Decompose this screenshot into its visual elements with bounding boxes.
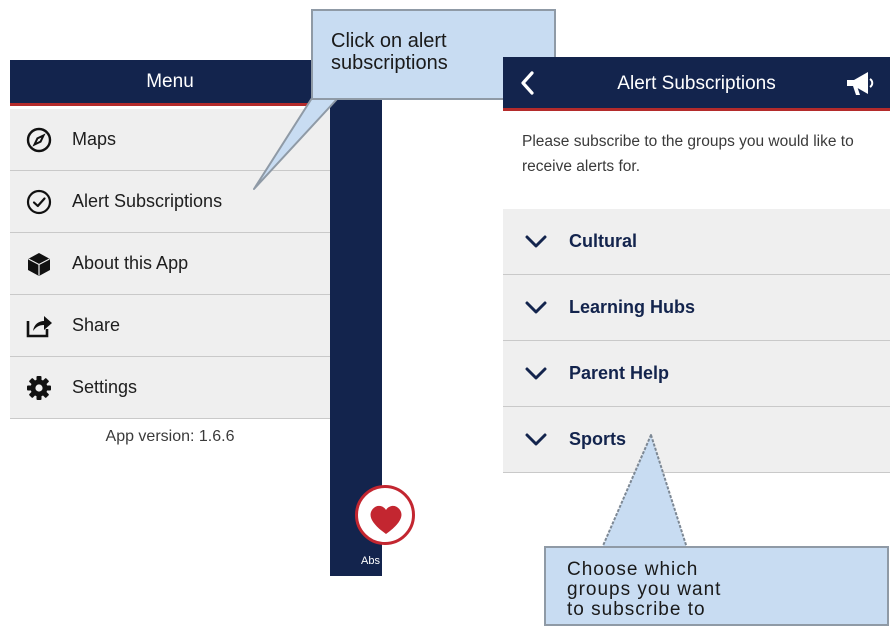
group-item-cultural[interactable]: Cultural <box>503 209 890 275</box>
alert-header: Alert Subscriptions <box>503 57 890 111</box>
menu-title: Menu <box>146 70 194 92</box>
gear-icon <box>24 373 54 403</box>
callout-bottom-pointer <box>601 434 688 549</box>
check-circle-icon <box>24 187 54 217</box>
menu-item-label: Share <box>72 315 121 335</box>
menu-item-label: About this App <box>72 253 189 273</box>
cube-icon <box>24 249 54 279</box>
callout-bottom-line: to subscribe to <box>567 599 706 620</box>
menu-item-label: Alert Subscriptions <box>72 191 223 211</box>
chevron-down-icon <box>525 235 547 247</box>
callout-bottom: Choose which groups you want to subscrib… <box>544 546 889 626</box>
alert-subscriptions-screen: Alert Subscriptions Please subscribe to … <box>503 57 890 477</box>
chevron-down-icon <box>525 367 547 379</box>
compass-icon <box>24 125 54 155</box>
group-label: Learning Hubs <box>569 297 696 317</box>
intro-text: Please subscribe to the groups you would… <box>522 133 854 175</box>
chevron-down-icon <box>525 301 547 313</box>
group-label: Parent Help <box>569 363 670 383</box>
alert-header-title: Alert Subscriptions <box>617 73 776 94</box>
megaphone-icon[interactable] <box>844 70 876 98</box>
heart-icon <box>370 505 402 534</box>
app-version: App version: 1.6.6 <box>105 428 235 445</box>
share-icon <box>24 311 54 341</box>
menu-item-about[interactable]: About this App <box>10 233 330 295</box>
menu-item-share[interactable]: Share <box>10 295 330 357</box>
group-item-parent-help[interactable]: Parent Help <box>503 341 890 407</box>
menu-item-label: Maps <box>72 129 117 149</box>
menu-item-settings[interactable]: Settings <box>10 357 330 419</box>
callout-top-pointer <box>253 97 339 190</box>
fab-label: Abs <box>361 555 380 567</box>
callout-bottom-line: groups you want <box>567 579 722 600</box>
favorite-button[interactable] <box>355 485 415 545</box>
group-item-learning-hubs[interactable]: Learning Hubs <box>503 275 890 341</box>
callout-top-line: Click on alert <box>331 30 447 52</box>
group-label: Cultural <box>569 231 638 251</box>
menu-item-label: Settings <box>72 377 138 397</box>
chevron-down-icon <box>525 433 547 445</box>
callout-bottom-line: Choose which <box>567 559 699 580</box>
